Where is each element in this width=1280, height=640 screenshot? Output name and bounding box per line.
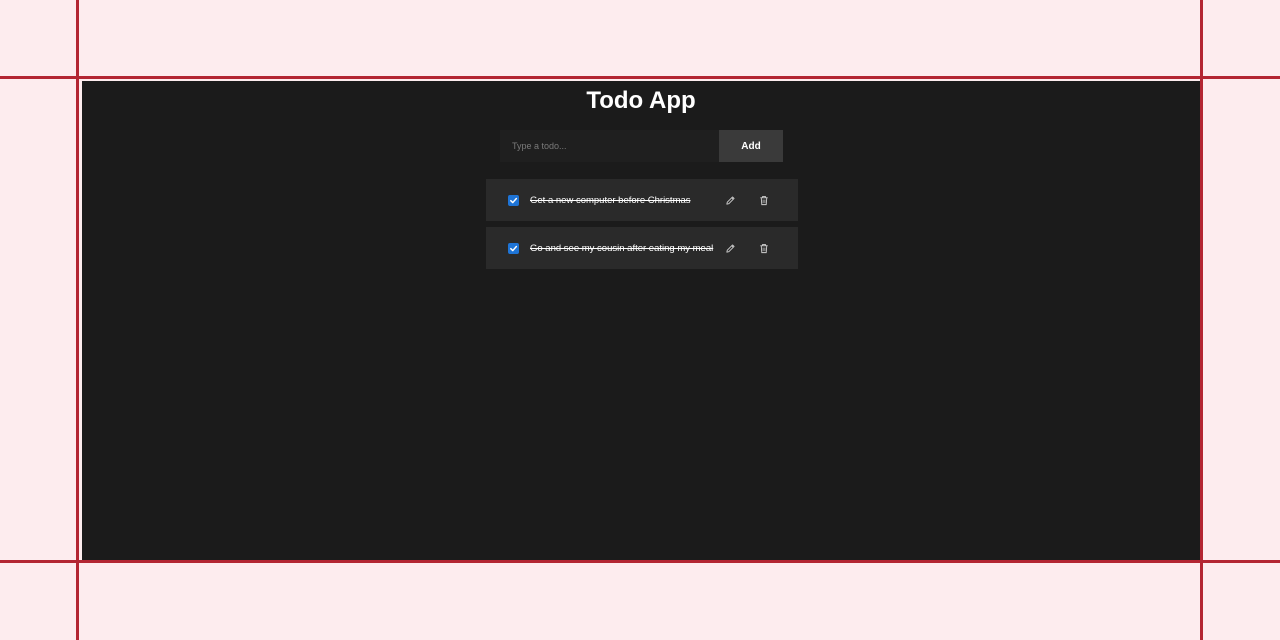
trash-icon [760, 243, 768, 253]
guide-line-left [76, 0, 79, 640]
page-title: Todo App [586, 87, 696, 114]
todo-text: Go and see my cousin after eating my mea… [530, 242, 714, 254]
todo-checkbox[interactable] [508, 194, 519, 206]
checkmark-icon [510, 197, 518, 203]
guide-line-top [0, 76, 1280, 79]
todo-checkbox[interactable] [508, 242, 519, 254]
todo-item: Get a new computer before Christmas [486, 179, 798, 221]
todo-text: Get a new computer before Christmas [530, 194, 691, 206]
todo-app-container: Todo App Add Get a new computer before C… [82, 81, 1200, 560]
todo-list: Get a new computer before Christmas Go a… [486, 179, 798, 275]
delete-button[interactable] [757, 241, 771, 255]
add-button[interactable]: Add [719, 130, 783, 162]
todo-form: Add [500, 130, 783, 162]
guide-line-bottom [0, 560, 1280, 563]
todo-input[interactable] [500, 130, 719, 162]
edit-button[interactable] [723, 241, 737, 255]
pencil-icon [725, 195, 735, 205]
todo-item: Go and see my cousin after eating my mea… [486, 227, 798, 269]
delete-button[interactable] [757, 193, 771, 207]
pencil-icon [725, 243, 735, 253]
guide-line-right [1200, 0, 1203, 640]
checkmark-icon [510, 245, 518, 251]
edit-button[interactable] [723, 193, 737, 207]
trash-icon [760, 195, 768, 205]
